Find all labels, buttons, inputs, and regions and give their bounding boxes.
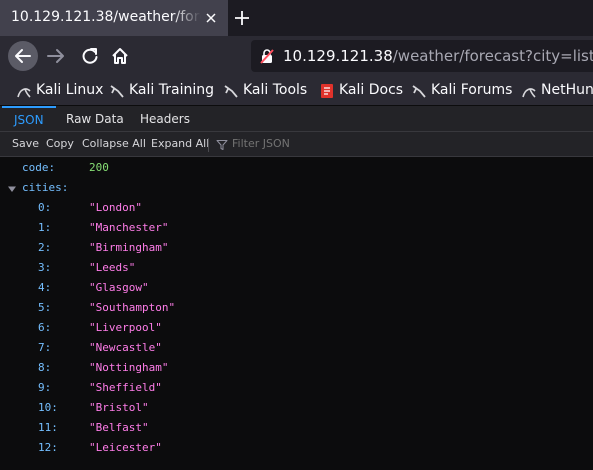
json-string-value: "Birmingham" <box>89 241 169 254</box>
bookmark-label: Kali Docs <box>339 82 404 98</box>
json-string-value: "Leeds" <box>89 261 136 274</box>
kali-dragon-icon <box>110 85 124 98</box>
json-array-index: 4: <box>38 281 52 294</box>
json-array-index: 10: <box>38 401 58 414</box>
kali-dragon-icon <box>17 88 31 98</box>
json-array-index: 7: <box>38 341 52 354</box>
collapse-all-button[interactable]: Collapse All <box>82 137 146 150</box>
json-viewer: JSON Raw Data Headers Save Copy Collapse… <box>0 106 593 470</box>
bookmark-label: Kali Forums <box>431 82 513 98</box>
json-array-index: 9: <box>38 381 52 394</box>
bookmark-label: NetHunter <box>541 82 593 98</box>
kali-dragon-icon <box>522 88 536 98</box>
json-string-value: "Sheffield" <box>89 381 162 394</box>
json-array-index: 5: <box>38 301 52 314</box>
json-array-index: 8: <box>38 361 52 374</box>
expand-all-button[interactable]: Expand All <box>151 137 209 150</box>
filter-icon <box>216 140 228 150</box>
back-button[interactable] <box>8 41 38 71</box>
json-array-index: 1: <box>38 221 52 234</box>
insecure-lock-icon[interactable] <box>259 48 275 64</box>
tab-headers[interactable]: Headers <box>128 106 202 131</box>
json-key: cities: <box>22 181 69 194</box>
bookmark-label: Kali Linux <box>36 82 104 98</box>
json-key: code: <box>22 161 56 174</box>
viewer-toolbar: Save Copy Collapse All Expand All Filter… <box>0 132 593 157</box>
reload-button[interactable] <box>76 42 104 70</box>
toolbar-divider <box>208 138 209 152</box>
copy-button[interactable]: Copy <box>46 137 74 150</box>
kali-dragon-icon <box>224 85 238 98</box>
tab-title: 10.129.121.38/weather/forecast?city=list <box>11 9 201 25</box>
kali-docs-icon <box>321 84 333 98</box>
nav-bar: 10.129.121.38/weather/forecast?city=list <box>0 36 593 76</box>
browser-tab[interactable]: 10.129.121.38/weather/forecast?city=list <box>0 0 228 36</box>
viewer-tabs: JSON Raw Data Headers <box>0 106 593 132</box>
json-string-value: "Bristol" <box>89 401 149 414</box>
json-array-index: 6: <box>38 321 52 334</box>
url-path: /weather/forecast?city=list <box>392 47 593 65</box>
json-string-value: "Southampton" <box>89 301 176 314</box>
save-button[interactable]: Save <box>12 137 39 150</box>
json-array-index: 2: <box>38 241 52 254</box>
arrow-right-icon <box>47 49 64 63</box>
json-string-value: "Nottingham" <box>89 361 169 374</box>
json-array-index: 12: <box>38 441 58 454</box>
kali-dragon-icon <box>412 85 426 98</box>
arrow-left-icon <box>15 49 31 63</box>
close-icon[interactable] <box>204 11 218 25</box>
bookmarks-toolbar: Kali Linux Kali Training Kali Tools Kali… <box>0 76 593 106</box>
forward-button[interactable] <box>42 42 70 70</box>
bookmark-label: Kali Training <box>129 82 214 98</box>
json-array-index: 0: <box>38 201 52 214</box>
json-array-index: 3: <box>38 261 52 274</box>
tab-json[interactable]: JSON <box>2 106 56 131</box>
json-string-value: "London" <box>89 201 142 214</box>
json-string-value: "Newcastle" <box>89 341 162 354</box>
json-number-value: 200 <box>89 161 109 174</box>
json-string-value: "Manchester" <box>89 221 169 234</box>
home-icon <box>112 48 128 64</box>
json-string-value: "Leicester" <box>89 441 162 454</box>
home-button[interactable] <box>106 42 134 70</box>
json-string-value: "Liverpool" <box>89 321 162 334</box>
json-string-value: "Belfast" <box>89 421 149 434</box>
new-tab-plus-icon[interactable] <box>232 8 252 28</box>
url-bar[interactable]: 10.129.121.38/weather/forecast?city=list <box>251 40 593 72</box>
json-tree: code: 200 cities: 0: "London" 1: "Mancheste… <box>0 157 593 470</box>
url-host: 10.129.121.38 <box>283 47 393 65</box>
bookmark-label: Kali Tools <box>243 82 308 98</box>
reload-icon <box>82 48 98 64</box>
tab-strip: 10.129.121.38/weather/forecast?city=list <box>0 0 593 36</box>
url-text: 10.129.121.38/weather/forecast?city=list <box>283 47 593 65</box>
filter-json-input[interactable]: Filter JSON <box>232 137 290 150</box>
tab-raw-data[interactable]: Raw Data <box>54 106 136 131</box>
json-string-value: "Glasgow" <box>89 281 149 294</box>
expand-arrow-icon[interactable] <box>8 185 16 193</box>
json-array-index: 11: <box>38 421 58 434</box>
